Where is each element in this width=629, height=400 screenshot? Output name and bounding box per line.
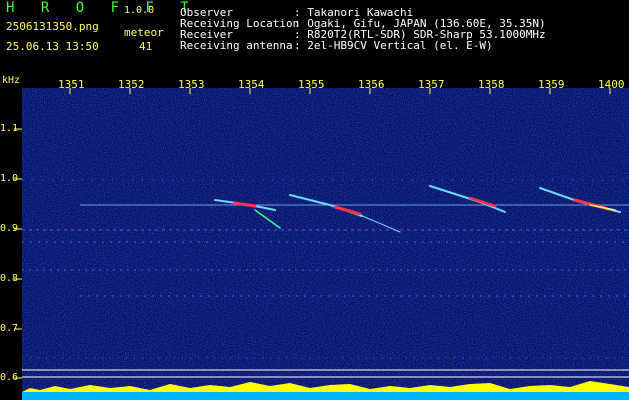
x-tick-label: 1355 xyxy=(298,78,325,91)
x-tick-label: 1400 xyxy=(598,78,625,91)
spectrogram xyxy=(14,88,629,400)
y-tick-label: 0.9 xyxy=(0,223,19,234)
y-tick-label: 1.0 xyxy=(0,173,19,184)
y-axis-ticks xyxy=(14,128,22,379)
y-tick-label: 0.7 xyxy=(0,323,19,334)
x-tick-label: 1359 xyxy=(538,78,565,91)
y-tick-label: 1.1 xyxy=(0,123,19,134)
x-tick-label: 1354 xyxy=(238,78,265,91)
x-tick-label: 1353 xyxy=(178,78,205,91)
y-axis-unit: kHz xyxy=(2,75,21,86)
x-tick-label: 1351 xyxy=(58,78,85,91)
x-tick-label: 1356 xyxy=(358,78,385,91)
y-tick-label: 0.8 xyxy=(0,273,19,284)
y-tick-label: 0.6 xyxy=(0,372,19,383)
x-tick-label: 1352 xyxy=(118,78,145,91)
x-tick-label: 1358 xyxy=(478,78,505,91)
x-tick-label: 1357 xyxy=(418,78,445,91)
spectrogram-noise xyxy=(22,88,629,394)
